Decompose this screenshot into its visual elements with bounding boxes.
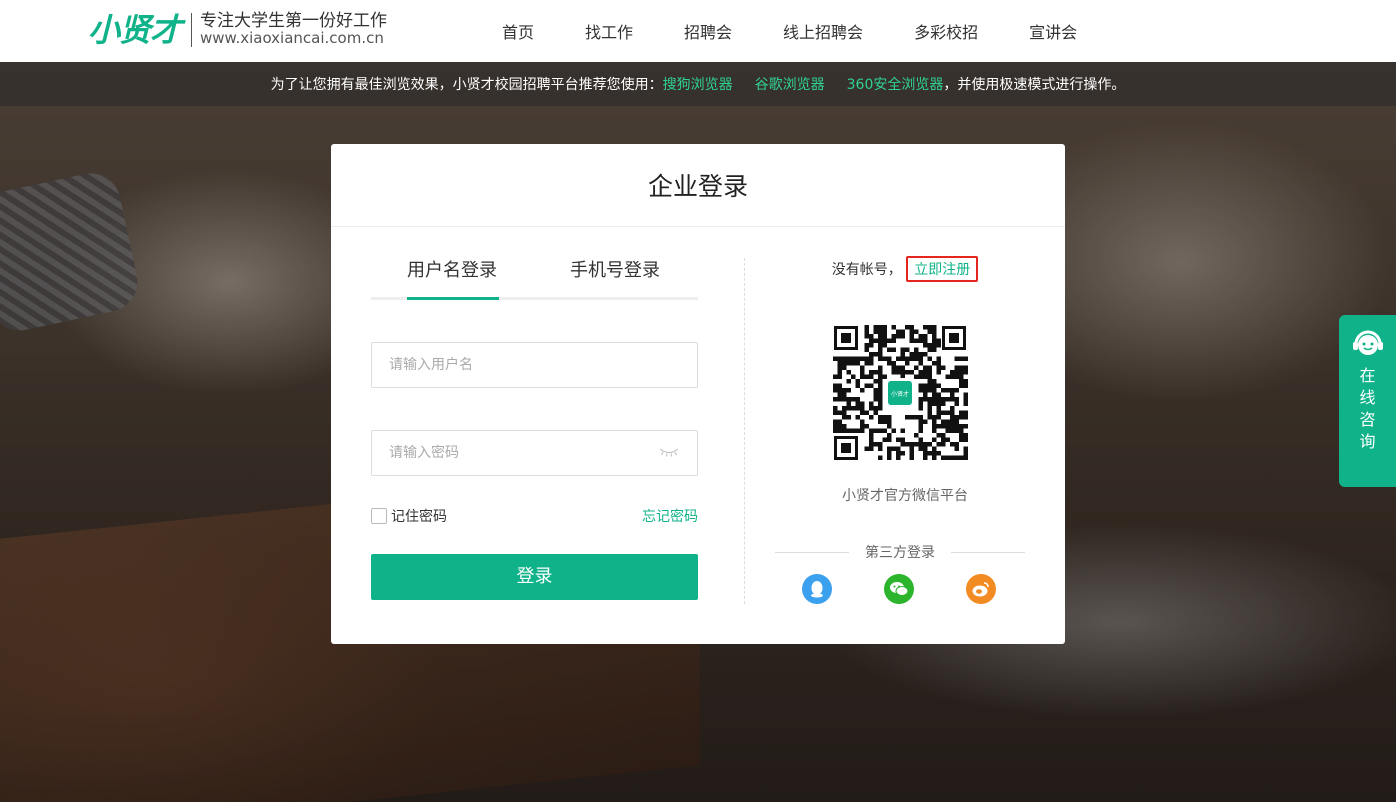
register-row: 没有帐号， 立即注册: [745, 256, 1065, 282]
password-placeholder: 请输入密码: [389, 445, 459, 461]
nav-info-session[interactable]: 宣讲会: [1029, 19, 1077, 43]
tab-phone-login[interactable]: 手机号登录: [570, 256, 660, 282]
nav-campus-recruit[interactable]: 多彩校招: [914, 19, 978, 43]
remember-password[interactable]: 记住密码: [371, 506, 447, 526]
weibo-login-icon[interactable]: [966, 574, 996, 604]
login-card: 企业登录 用户名登录 手机号登录 请输入用户名 请输入密码 记住密码 忘记密码 …: [331, 144, 1065, 644]
nav-job-fair[interactable]: 招聘会: [684, 19, 732, 43]
logo-url: www.xiaoxiancai.com.cn: [200, 29, 384, 47]
logo-slogan: 专注大学生第一份好工作: [200, 11, 388, 31]
consult-label: 在线咨询: [1359, 366, 1376, 451]
username-placeholder: 请输入用户名: [389, 357, 473, 373]
no-account-text: 没有帐号，: [831, 262, 902, 278]
notice-prefix: 为了让您拥有最佳浏览效果，小贤才校园招聘平台推荐您使用：: [270, 77, 663, 93]
eye-closed-icon[interactable]: [659, 447, 679, 457]
forgot-password-link[interactable]: 忘记密码: [642, 506, 698, 526]
browser-link-sogou[interactable]: 搜狗浏览器: [663, 74, 733, 94]
login-button[interactable]: 登录: [371, 554, 698, 600]
qr-caption: 小贤才官方微信平台: [842, 488, 968, 504]
qq-login-icon[interactable]: [802, 574, 832, 604]
online-consult-button[interactable]: 在线咨询: [1339, 315, 1396, 487]
nav-home[interactable]: 首页: [502, 19, 534, 43]
site-logo[interactable]: 小贤才 专注大学生第一份好工作 www.xiaoxiancai.com.cn: [88, 12, 387, 48]
username-input[interactable]: 请输入用户名: [371, 342, 698, 388]
site-header: 小贤才 专注大学生第一份好工作 www.xiaoxiancai.com.cn 首…: [0, 0, 1396, 62]
password-input[interactable]: 请输入密码: [371, 430, 698, 476]
main-nav: 首页 找工作 招聘会 线上招聘会 多彩校招 宣讲会: [502, 0, 1128, 62]
remember-checkbox[interactable]: [371, 508, 387, 524]
login-tabs: 用户名登录 手机号登录: [371, 227, 698, 300]
browser-link-chrome[interactable]: 谷歌浏览器: [755, 74, 825, 94]
login-form: 用户名登录 手机号登录 请输入用户名 请输入密码 记住密码 忘记密码 登录: [371, 227, 698, 600]
headset-icon: [1352, 330, 1383, 355]
logo-mark: 小贤才: [88, 11, 182, 49]
nav-online-job-fair[interactable]: 线上招聘会: [783, 19, 863, 43]
third-party-label: 第三方登录: [865, 545, 935, 561]
remember-label: 记住密码: [391, 509, 447, 525]
tab-username-login[interactable]: 用户名登录: [407, 256, 497, 282]
browser-link-360[interactable]: 360安全浏览器: [847, 74, 944, 94]
nav-find-job[interactable]: 找工作: [585, 19, 633, 43]
active-tab-indicator: [407, 297, 499, 300]
login-title: 企业登录: [331, 144, 1065, 227]
qr-logo-text: 小贤才: [891, 390, 909, 398]
vertical-divider: [744, 258, 745, 604]
register-link[interactable]: 立即注册: [906, 256, 979, 282]
wechat-qr-code: 小贤才: [832, 324, 968, 462]
notice-suffix: ，并使用极速模式进行操作。: [943, 77, 1126, 93]
third-party-login-divider: 第三方登录: [775, 542, 1025, 562]
logo-divider: [191, 13, 193, 47]
browser-notice: 为了让您拥有最佳浏览效果，小贤才校园招聘平台推荐您使用： 搜狗浏览器 谷歌浏览器…: [0, 62, 1396, 106]
wechat-login-icon[interactable]: [884, 574, 914, 604]
